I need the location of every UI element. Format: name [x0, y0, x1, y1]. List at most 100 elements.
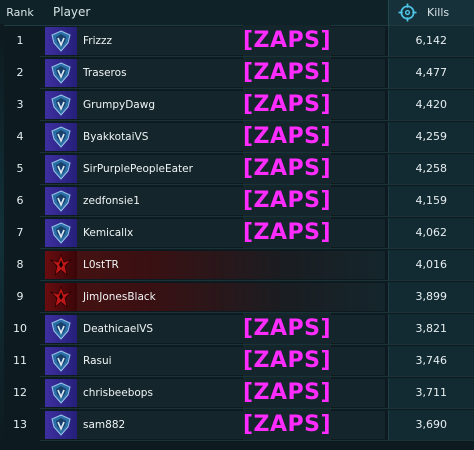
outfit-tag: [ZAPS] [243, 121, 332, 152]
nc-faction-icon [45, 123, 77, 151]
tr-faction-icon [45, 283, 77, 311]
leaderboard-row[interactable]: 3 GrumpyDawg [ZAPS] 4,420 [0, 89, 474, 121]
outfit-tag: [ZAPS] [243, 377, 332, 408]
player-name[interactable]: Kemicallx [83, 219, 133, 247]
player-cell[interactable]: sam882 [ZAPS] [45, 409, 385, 440]
leaderboard-row[interactable]: 2 Traseros [ZAPS] 4,477 [0, 57, 474, 89]
nc-faction-icon [45, 59, 77, 87]
leaderboard-row[interactable]: 4 ByakkotaiVS [ZAPS] 4,259 [0, 121, 474, 153]
rank-value: 7 [16, 226, 24, 239]
kills-value: 3,821 [415, 322, 448, 335]
player-cell[interactable]: chrisbeebops [ZAPS] [45, 377, 385, 408]
kills-cell: 3,821 [388, 314, 474, 344]
nc-faction-icon [45, 187, 77, 215]
row-divider [40, 248, 474, 249]
player-name[interactable]: sam882 [83, 411, 125, 439]
player-name[interactable]: Traseros [83, 59, 127, 87]
nc-faction-icon [45, 411, 77, 439]
leaderboard-row[interactable]: 9 JimJonesBlack 3,899 [0, 282, 474, 313]
kills-cell: 4,259 [388, 122, 474, 152]
rank-value: 8 [16, 258, 24, 271]
leaderboard-row[interactable]: 13 sam882 [ZAPS] 3,690 [0, 409, 474, 441]
rank-value: 13 [13, 418, 27, 431]
kills-value: 4,258 [415, 162, 448, 175]
kills-cell: 4,477 [388, 58, 474, 88]
player-name[interactable]: ByakkotaiVS [83, 123, 148, 151]
player-cell[interactable]: GrumpyDawg [ZAPS] [45, 89, 385, 120]
rank-value: 12 [13, 386, 27, 399]
rank-value: 2 [16, 66, 24, 79]
leaderboard-row[interactable]: 1 Frizzz [ZAPS] 6,142 [0, 25, 474, 57]
kills-value: 4,062 [415, 226, 448, 239]
kills-cell: 6,142 [388, 26, 474, 56]
player-name[interactable]: JimJonesBlack [83, 283, 156, 311]
kills-cell: 3,690 [388, 410, 474, 440]
row-divider [40, 280, 474, 281]
kills-value: 3,899 [415, 290, 448, 303]
player-name[interactable]: SirPurplePeopleEater [83, 155, 193, 183]
player-name[interactable]: L0stTR [83, 251, 119, 279]
rank-value: 11 [13, 354, 27, 367]
outfit-tag: [ZAPS] [243, 57, 332, 88]
player-name[interactable]: Frizzz [83, 27, 112, 55]
kills-cell: 4,258 [388, 154, 474, 184]
player-column-header[interactable]: Player [53, 0, 90, 25]
player-name[interactable]: DeathicaelVS [83, 315, 153, 343]
nc-faction-icon [45, 27, 77, 55]
nc-faction-icon [45, 379, 77, 407]
leaderboard-row[interactable]: 6 zedfonsie1 [ZAPS] 4,159 [0, 185, 474, 217]
player-name[interactable]: GrumpyDawg [83, 91, 155, 119]
kills-value: 6,142 [415, 34, 448, 47]
rank-value: 10 [13, 322, 27, 335]
leaderboard-header: Rank Player Kills [0, 0, 474, 26]
kills-cell: 3,899 [388, 282, 474, 312]
leaderboard-row[interactable]: 8 L0stTR 4,016 [0, 250, 474, 281]
kills-cell: 3,711 [388, 378, 474, 408]
player-cell[interactable]: Rasui [ZAPS] [45, 345, 385, 376]
crosshair-icon [398, 3, 417, 22]
player-name[interactable]: zedfonsie1 [83, 187, 140, 215]
kills-cell: 4,159 [388, 186, 474, 216]
rank-value: 1 [16, 34, 24, 47]
leaderboard-row[interactable]: 12 chrisbeebops [ZAPS] 3,711 [0, 377, 474, 409]
player-cell[interactable]: Kemicallx [ZAPS] [45, 217, 385, 248]
rank-value: 5 [16, 162, 24, 175]
player-cell[interactable]: ByakkotaiVS [ZAPS] [45, 121, 385, 152]
player-cell[interactable]: zedfonsie1 [ZAPS] [45, 185, 385, 216]
player-cell[interactable]: Traseros [ZAPS] [45, 57, 385, 88]
kills-column-header[interactable]: Kills [388, 0, 474, 25]
outfit-tag: [ZAPS] [243, 25, 332, 56]
nc-faction-icon [45, 91, 77, 119]
outfit-tag: [ZAPS] [243, 153, 332, 184]
kills-value: 4,259 [415, 130, 448, 143]
leaderboard-row[interactable]: 5 SirPurplePeopleEater [ZAPS] 4,258 [0, 153, 474, 185]
leaderboard-row[interactable]: 10 DeathicaelVS [ZAPS] 3,821 [0, 313, 474, 345]
kills-value: 3,711 [415, 386, 448, 399]
player-cell[interactable]: JimJonesBlack [45, 283, 385, 311]
player-cell[interactable]: SirPurplePeopleEater [ZAPS] [45, 153, 385, 184]
outfit-tag: [ZAPS] [243, 345, 332, 376]
kills-cell: 3,746 [388, 346, 474, 376]
leaderboard-row[interactable]: 11 Rasui [ZAPS] 3,746 [0, 345, 474, 377]
outfit-tag: [ZAPS] [243, 217, 332, 248]
kills-label: Kills [427, 6, 450, 19]
kills-value: 3,746 [415, 354, 448, 367]
row-divider [40, 440, 474, 441]
nc-faction-icon [45, 155, 77, 183]
kills-value: 4,159 [415, 194, 448, 207]
outfit-tag: [ZAPS] [243, 185, 332, 216]
player-name[interactable]: chrisbeebops [83, 379, 153, 407]
kills-value: 3,690 [415, 418, 448, 431]
nc-faction-icon [45, 347, 77, 375]
outfit-tag: [ZAPS] [243, 313, 332, 344]
nc-faction-icon [45, 315, 77, 343]
rank-column-header[interactable]: Rank [0, 0, 40, 25]
kills-cell: 4,062 [388, 218, 474, 248]
player-name[interactable]: Rasui [83, 347, 112, 375]
player-cell[interactable]: L0stTR [45, 251, 385, 279]
player-cell[interactable]: DeathicaelVS [ZAPS] [45, 313, 385, 344]
kills-value: 4,420 [415, 98, 448, 111]
nc-faction-icon [45, 219, 77, 247]
leaderboard-row[interactable]: 7 Kemicallx [ZAPS] 4,062 [0, 217, 474, 249]
player-cell[interactable]: Frizzz [ZAPS] [45, 25, 385, 56]
